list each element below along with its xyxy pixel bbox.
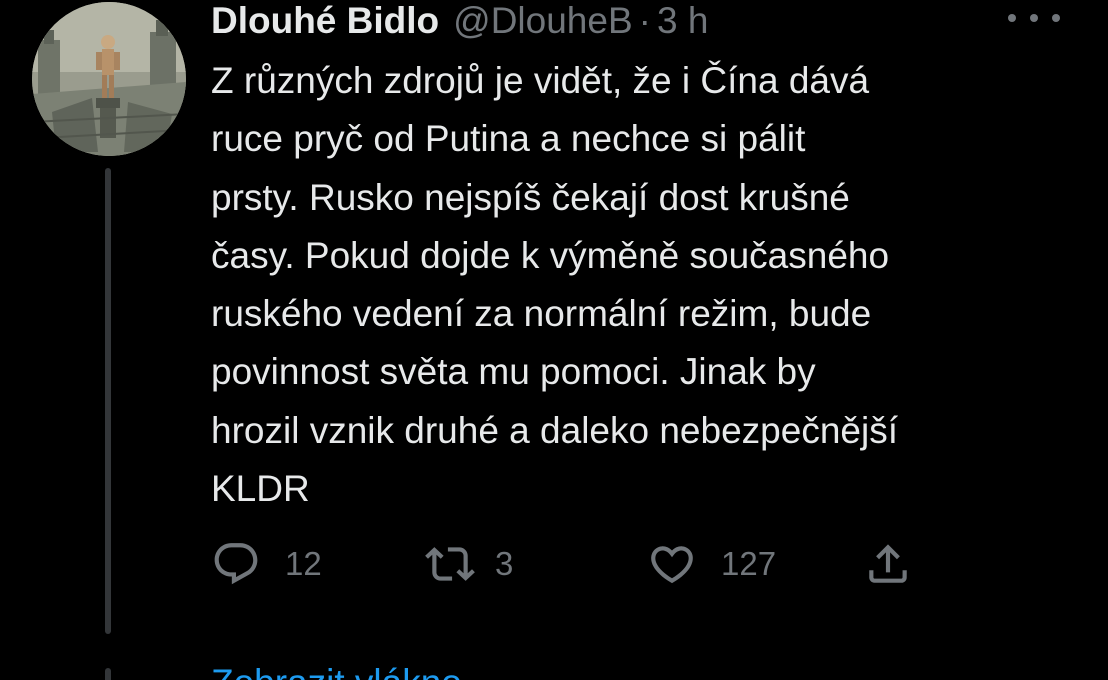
reply-icon (214, 543, 258, 585)
header-separator: · (638, 0, 651, 41)
retweet-count: 3 (495, 545, 514, 582)
tweet: Dlouhé Bidlo @DlouheB · 3 h Z různých zd… (0, 0, 1108, 680)
author-display-name[interactable]: Dlouhé Bidlo (211, 0, 439, 44)
tweet-header: Dlouhé Bidlo @DlouheB · 3 h (211, 0, 708, 44)
thread-line-continuation (105, 668, 111, 680)
tweet-timestamp[interactable]: 3 h (657, 0, 708, 44)
more-horizontal-icon[interactable] (1008, 4, 1060, 32)
thread-line (105, 168, 111, 634)
share-button[interactable] (863, 538, 913, 590)
reply-button[interactable]: 12 (211, 538, 322, 590)
retweet-button[interactable]: 3 (425, 538, 513, 590)
retweet-icon (425, 547, 475, 581)
avatar[interactable] (32, 2, 186, 156)
like-button[interactable]: 127 (647, 538, 776, 590)
more-dot (1008, 14, 1016, 22)
avatar-image (32, 2, 186, 156)
tweet-actions: 12 3 127 (211, 538, 971, 590)
tweet-text: Z různých zdrojů je vidět, že i Čína dáv… (211, 60, 898, 510)
like-count: 127 (721, 545, 777, 582)
reply-count: 12 (285, 545, 322, 582)
heart-icon (651, 546, 693, 584)
more-dot (1030, 14, 1038, 22)
author-handle[interactable]: @DlouheB (453, 0, 633, 44)
share-icon (869, 544, 907, 583)
more-dot (1052, 14, 1060, 22)
show-thread-link[interactable]: Zobrazit vlákno (211, 660, 462, 680)
